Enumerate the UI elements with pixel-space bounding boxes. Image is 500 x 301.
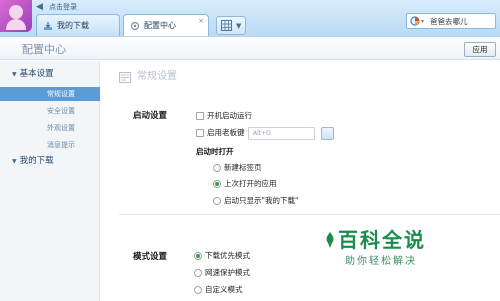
- sidebar-group-label: 基本设置: [19, 69, 54, 79]
- sidebar-group-basic-settings[interactable]: ▼ 基本设置: [12, 69, 54, 80]
- watermark-logo-icon: [326, 232, 334, 248]
- tab-label: 配置中心: [144, 21, 176, 30]
- boss-key-checkbox[interactable]: [196, 129, 204, 137]
- radio-network-protection[interactable]: [194, 269, 202, 277]
- search-input[interactable]: ▾ 爸爸去哪儿: [406, 13, 496, 29]
- watermark: 百科全说 助你轻松解决: [325, 228, 487, 274]
- grid-icon: [221, 20, 232, 31]
- avatar-head: [9, 5, 23, 19]
- chevron-down-icon: ▼: [12, 158, 17, 165]
- section-header: 常规设置: [119, 71, 177, 83]
- option-label: 下载优先模式: [205, 251, 250, 260]
- gear-icon: [130, 21, 140, 31]
- avatar-body: [6, 19, 26, 30]
- option-label: 上次打开的应用: [224, 179, 277, 188]
- chevron-down-icon: ▼: [236, 21, 242, 30]
- option-label: 自定义模式: [205, 285, 243, 294]
- login-link[interactable]: 点击登录: [49, 2, 77, 12]
- option-label: 网速保护模式: [205, 268, 250, 277]
- autostart-checkbox[interactable]: [196, 112, 204, 120]
- page-title: 配置中心: [22, 43, 66, 56]
- startup-settings-label: 启动设置: [133, 111, 168, 121]
- radio-last-opened[interactable]: [213, 180, 221, 188]
- search-value: 爸爸去哪儿: [430, 16, 468, 26]
- option-label: 启动只显示"我的下载": [224, 196, 299, 205]
- open-on-start-label: 启动时打开: [196, 147, 234, 156]
- boss-key-shortcut-field[interactable]: Alt+D: [248, 127, 315, 140]
- watermark-title: 百科全说: [338, 228, 426, 252]
- chevron-down-icon[interactable]: ▾: [421, 18, 424, 25]
- tab-my-downloads[interactable]: 我的下载: [36, 14, 120, 36]
- radio-new-tab[interactable]: [213, 164, 221, 172]
- sidebar-group-my-downloads[interactable]: ▼ 我的下载: [12, 156, 54, 167]
- sidebar-item-appearance[interactable]: 外观设置: [0, 121, 100, 135]
- search-engine-icon: [410, 16, 420, 26]
- apply-button[interactable]: 应用: [464, 42, 496, 57]
- close-icon[interactable]: ×: [198, 17, 204, 25]
- app-grid-button[interactable]: ▼: [216, 16, 246, 35]
- boss-key-label: 启用老板键: [207, 128, 245, 137]
- keyboard-icon[interactable]: [321, 127, 334, 140]
- tab-config-center[interactable]: 配置中心 ×: [123, 14, 209, 37]
- section-title: 常规设置: [137, 71, 177, 82]
- radio-download-priority[interactable]: [194, 252, 202, 260]
- radio-custom-mode[interactable]: [194, 286, 202, 294]
- title-bar: ◀ 点击登录 我的下载 配置中心 × ▼ ▾ 爸爸去哪儿: [0, 0, 500, 37]
- sidebar-group-label: 我的下载: [19, 156, 54, 166]
- page-header: 配置中心 应用: [0, 36, 500, 60]
- tab-label: 我的下载: [57, 20, 89, 30]
- sidebar-item-notifications[interactable]: 消息提示: [0, 138, 100, 152]
- chevron-down-icon: ▼: [12, 71, 17, 78]
- autostart-label: 开机启动运行: [207, 111, 252, 120]
- avatar[interactable]: [0, 0, 32, 32]
- sidebar: ▼ 基本设置 常规设置 安全设置 外观设置 消息提示 ▼ 我的下载: [0, 61, 100, 301]
- option-label: 新建标签页: [224, 163, 262, 172]
- sidebar-item-general[interactable]: 常规设置: [0, 87, 100, 101]
- mode-settings-label: 模式设置: [133, 252, 168, 262]
- download-icon: [44, 21, 52, 30]
- settings-panel-icon: [119, 71, 131, 83]
- back-arrow-icon[interactable]: ◀: [36, 2, 46, 12]
- radio-downloads-only[interactable]: [213, 197, 221, 205]
- sidebar-item-security[interactable]: 安全设置: [0, 104, 100, 118]
- watermark-subtitle: 助你轻松解决: [345, 256, 417, 267]
- divider: [119, 214, 500, 215]
